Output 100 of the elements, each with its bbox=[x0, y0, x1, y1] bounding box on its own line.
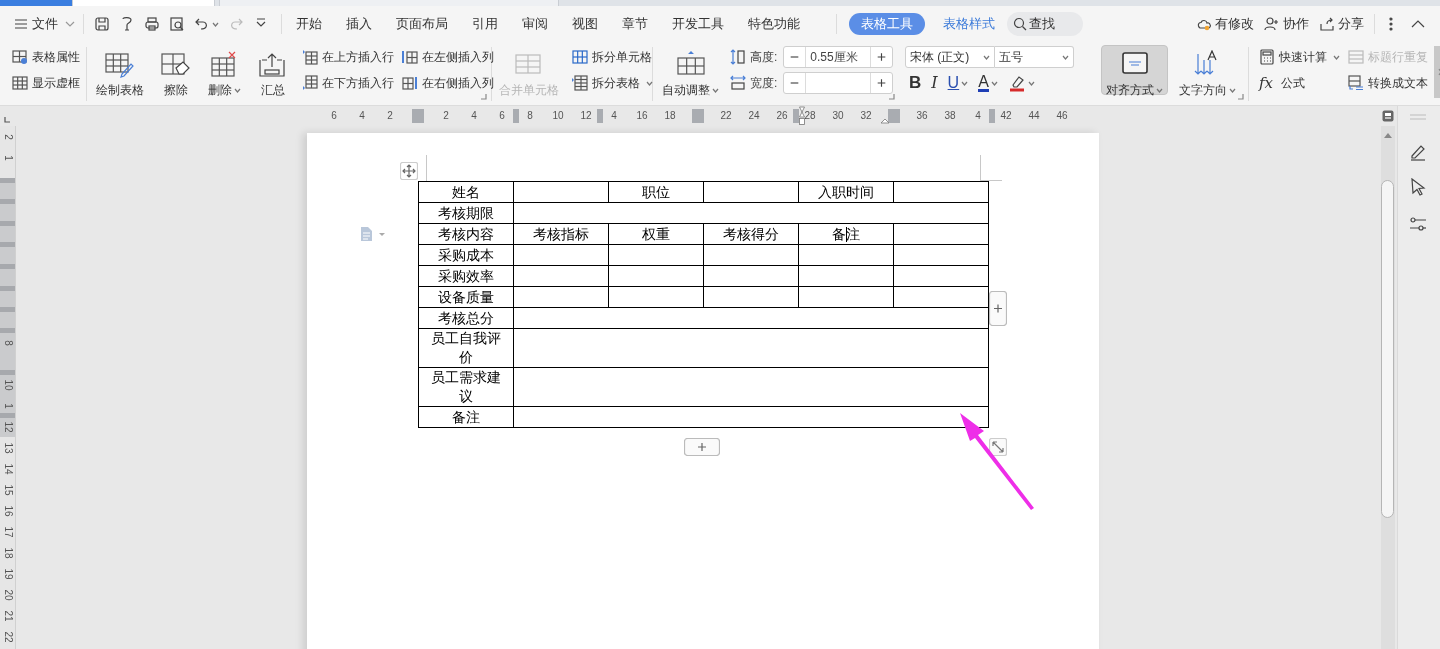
table-cell[interactable] bbox=[893, 265, 989, 287]
ribbon-button[interactable]: 绘制表格 bbox=[91, 45, 149, 95]
ribbon-button[interactable]: 表格属性 bbox=[12, 46, 80, 68]
ribbon-button[interactable]: 显示虚框 bbox=[12, 72, 80, 94]
number-field[interactable] bbox=[783, 72, 894, 94]
ribbon-tab[interactable]: 页面布局 bbox=[396, 14, 448, 34]
toolbar-action[interactable]: 分享 bbox=[1319, 14, 1364, 34]
ribbon-button[interactable]: 快速计算 bbox=[1259, 46, 1340, 68]
print-icon[interactable] bbox=[144, 16, 160, 32]
table-cell[interactable] bbox=[513, 328, 989, 368]
ribbon-tab[interactable]: 特色功能 bbox=[748, 14, 800, 34]
toolbar-action[interactable]: 有修改 bbox=[1196, 14, 1254, 34]
ribbon-tab[interactable]: 开发工具 bbox=[672, 14, 724, 34]
font-select[interactable]: 宋体 (正文) bbox=[905, 46, 995, 68]
table-cell[interactable] bbox=[893, 286, 989, 308]
file-menu-button[interactable]: 文件 bbox=[14, 14, 75, 34]
table-cell[interactable] bbox=[513, 244, 609, 266]
toolbar-action[interactable]: 协作 bbox=[1264, 14, 1309, 34]
table-cell[interactable] bbox=[513, 286, 609, 308]
table-cell[interactable] bbox=[608, 265, 704, 287]
ribbon-button[interactable]: fx 公式 bbox=[1259, 72, 1340, 94]
ribbon-tab[interactable]: 审阅 bbox=[522, 14, 548, 34]
ribbon-tab[interactable]: 视图 bbox=[572, 14, 598, 34]
table-cell[interactable] bbox=[893, 181, 989, 203]
ribbon-button[interactable]: 对齐方式 bbox=[1101, 45, 1168, 95]
ribbon-tab[interactable]: 章节 bbox=[622, 14, 648, 34]
size-select[interactable]: 五号 bbox=[995, 46, 1074, 68]
table-cell[interactable]: 备注 bbox=[798, 223, 894, 245]
move-handle-icon[interactable] bbox=[400, 162, 418, 180]
number-field[interactable]: 0.55厘米 bbox=[783, 46, 894, 68]
table-cell[interactable]: 备注 bbox=[418, 406, 514, 428]
indent-triangle-icon[interactable] bbox=[880, 118, 890, 124]
undo-icon[interactable] bbox=[194, 16, 210, 32]
table-cell[interactable] bbox=[703, 181, 799, 203]
indent-marker-icon[interactable] bbox=[799, 106, 805, 126]
save-icon[interactable] bbox=[94, 16, 110, 32]
ribbon-tab[interactable]: 开始 bbox=[296, 14, 322, 34]
format-button[interactable]: A bbox=[978, 74, 998, 92]
table-cell[interactable] bbox=[513, 265, 609, 287]
table-cell[interactable] bbox=[513, 307, 989, 329]
more-icon[interactable] bbox=[1389, 17, 1393, 31]
table-cell[interactable]: 员工需求建议 bbox=[418, 367, 514, 407]
ribbon-button[interactable]: 在上方插入行 bbox=[302, 46, 394, 68]
tab-stop-icon[interactable] bbox=[4, 117, 10, 123]
table-cell[interactable] bbox=[893, 244, 989, 266]
pointer-icon[interactable] bbox=[1410, 178, 1426, 196]
table-cell[interactable] bbox=[513, 181, 609, 203]
ribbon-tab[interactable]: 表格样式 bbox=[943, 14, 995, 34]
ribbon-button[interactable]: 在右侧插入列 bbox=[402, 72, 494, 94]
table-cell[interactable]: 考核内容 bbox=[418, 223, 514, 245]
ribbon-button[interactable]: 拆分表格 bbox=[572, 72, 653, 94]
ribbon-button[interactable]: 文字方向 bbox=[1174, 45, 1241, 95]
column-marker[interactable] bbox=[412, 109, 424, 123]
column-marker[interactable] bbox=[692, 109, 704, 123]
ribbon-button[interactable]: 擦除 bbox=[155, 45, 197, 95]
ribbon-button[interactable]: 在左侧插入列 bbox=[402, 46, 494, 68]
table-cell[interactable] bbox=[703, 265, 799, 287]
resize-handle-icon[interactable] bbox=[989, 438, 1007, 456]
table-cell[interactable] bbox=[798, 244, 894, 266]
table-cell[interactable] bbox=[513, 367, 989, 407]
scroll-up-icon[interactable] bbox=[1384, 133, 1392, 138]
collapse-icon[interactable] bbox=[1411, 20, 1425, 28]
table-cell[interactable]: 姓名 bbox=[418, 181, 514, 203]
ribbon-button[interactable]: 删除 bbox=[203, 45, 246, 95]
format-button[interactable]: U bbox=[947, 71, 969, 95]
table-cell[interactable] bbox=[703, 286, 799, 308]
layout-toggle-icon[interactable] bbox=[1382, 110, 1394, 122]
ribbon-button[interactable]: 拆分单元格 bbox=[572, 46, 653, 68]
search-button[interactable]: 查找 bbox=[1007, 12, 1083, 36]
ribbon-button[interactable]: 自动调整 bbox=[657, 45, 724, 95]
table-cell[interactable] bbox=[798, 265, 894, 287]
column-marker[interactable] bbox=[989, 109, 995, 123]
table-cell[interactable]: 采购成本 bbox=[418, 244, 514, 266]
table-cell[interactable] bbox=[703, 244, 799, 266]
scrollbar-thumb[interactable] bbox=[1381, 180, 1394, 518]
ribbon-button[interactable]: 在下方插入行 bbox=[302, 72, 394, 94]
pen-icon[interactable] bbox=[1409, 143, 1427, 161]
ribbon-button[interactable]: 汇总 bbox=[252, 45, 294, 95]
table-cell[interactable] bbox=[513, 202, 989, 224]
table-cell[interactable] bbox=[893, 223, 989, 245]
table-cell[interactable]: 员工自我评价 bbox=[418, 328, 514, 368]
format-button[interactable] bbox=[1007, 74, 1035, 92]
ribbon-button[interactable]: 转换成文本 bbox=[1348, 72, 1428, 94]
table-cell[interactable] bbox=[608, 244, 704, 266]
table-cell[interactable]: 采购效率 bbox=[418, 265, 514, 287]
table-cell[interactable]: 入职时间 bbox=[798, 181, 894, 203]
column-marker[interactable] bbox=[793, 109, 799, 123]
column-marker[interactable] bbox=[597, 109, 603, 123]
table-cell[interactable]: 权重 bbox=[608, 223, 704, 245]
table-cell[interactable]: 考核总分 bbox=[418, 307, 514, 329]
sliders-icon[interactable] bbox=[1409, 216, 1427, 232]
ribbon-tab[interactable]: 引用 bbox=[472, 14, 498, 34]
table-cell[interactable]: 考核得分 bbox=[703, 223, 799, 245]
table-cell[interactable] bbox=[608, 286, 704, 308]
format-button[interactable]: I bbox=[931, 71, 938, 95]
table-cell[interactable]: 设备质量 bbox=[418, 286, 514, 308]
column-marker[interactable] bbox=[513, 109, 519, 123]
ribbon-tab[interactable]: 插入 bbox=[346, 14, 372, 34]
table-cell[interactable]: 职位 bbox=[608, 181, 704, 203]
format-button[interactable]: B bbox=[909, 70, 922, 96]
